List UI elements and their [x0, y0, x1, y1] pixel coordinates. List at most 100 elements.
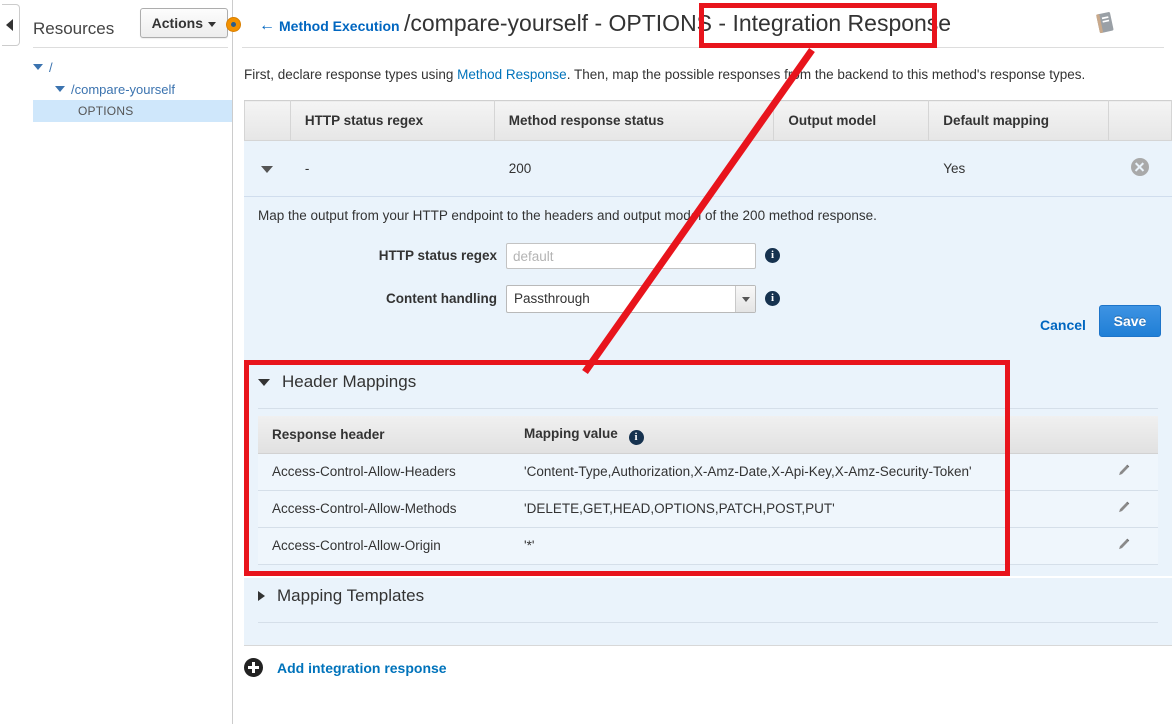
detail-description: Map the output from your HTTP endpoint t… — [258, 208, 877, 223]
column-header-http-status-regex: HTTP status regex — [289, 100, 495, 141]
table-row[interactable]: Access-Control-Allow-Methods 'DELETE,GET… — [258, 490, 1158, 528]
book-icon[interactable] — [1090, 8, 1120, 38]
integration-responses-table: HTTP status regex Method response status… — [244, 100, 1172, 197]
page-header: ← Method Execution /compare-yourself - O… — [234, 0, 1172, 48]
actions-button[interactable]: Actions — [139, 8, 228, 38]
label-content-handling: Content handling — [386, 291, 497, 306]
cancel-button[interactable]: Cancel — [1040, 317, 1086, 333]
cell-spacer — [1020, 527, 1090, 565]
plus-circle-icon[interactable] — [244, 658, 263, 677]
page-title: /compare-yourself - OPTIONS - Integratio… — [404, 10, 952, 36]
sidebar-item-label: OPTIONS — [78, 104, 134, 118]
caret-down-icon[interactable] — [55, 86, 65, 92]
sidebar-collapse-button[interactable] — [2, 4, 20, 46]
caret-down-icon — [261, 166, 274, 174]
sidebar-resize-rail[interactable] — [232, 0, 233, 724]
column-header-response-header: Response header — [258, 416, 510, 454]
info-icon[interactable]: i — [628, 429, 644, 445]
column-header-output-model: Output model — [773, 100, 930, 141]
chevron-down-icon — [208, 21, 216, 27]
delete-circle-icon[interactable] — [1131, 158, 1150, 177]
cell-response-header: Access-Control-Allow-Origin — [258, 527, 510, 565]
column-header-method-response-status: Method response status — [493, 100, 775, 141]
collapse-left-icon — [6, 19, 13, 31]
cell-response-header: Access-Control-Allow-Headers — [258, 453, 510, 491]
cell-method-response-status: 200 — [493, 140, 775, 197]
pencil-icon[interactable] — [1116, 499, 1132, 518]
info-icon[interactable]: i — [765, 248, 780, 263]
add-integration-response-link[interactable]: Add integration response — [277, 660, 447, 676]
sidebar-item-root[interactable]: / — [33, 56, 233, 78]
section-divider — [258, 622, 1158, 623]
column-header-mapping-value: Mapping value i — [510, 416, 1020, 454]
cell-mapping-value: 'DELETE,GET,HEAD,OPTIONS,PATCH,POST,PUT' — [510, 490, 1020, 528]
back-link-label: Method Execution — [279, 18, 400, 34]
column-header-delete — [1108, 100, 1172, 141]
method-execution-back-link[interactable]: ← Method Execution — [259, 17, 400, 35]
table-header-row: HTTP status regex Method response status… — [244, 100, 1172, 141]
cell-edit[interactable] — [1090, 453, 1158, 491]
cell-mapping-value: 'Content-Type,Authorization,X-Amz-Date,X… — [510, 453, 1020, 491]
header-mappings-title: Header Mappings — [282, 372, 417, 391]
cell-mapping-value: '*' — [510, 527, 1020, 565]
cell-output-model — [773, 140, 930, 197]
pencil-icon[interactable] — [1116, 462, 1132, 481]
cell-spacer — [1020, 453, 1090, 491]
column-header-mapping-value-label: Mapping value — [524, 425, 618, 441]
sidebar-header: Resources Actions — [33, 8, 228, 48]
table-row[interactable]: Access-Control-Allow-Origin '*' — [258, 527, 1158, 565]
caret-right-icon — [258, 591, 265, 601]
sidebar-divider — [33, 47, 228, 48]
info-icon[interactable]: i — [765, 291, 780, 306]
header-mappings-toggle[interactable]: Header Mappings — [258, 372, 416, 392]
cell-default-mapping: Yes — [928, 140, 1110, 197]
mapping-templates-title: Mapping Templates — [277, 586, 425, 605]
mapping-templates-toggle[interactable]: Mapping Templates — [258, 586, 424, 606]
cell-spacer — [1020, 490, 1090, 528]
row-expand-toggle[interactable] — [244, 140, 291, 197]
chevron-down-icon[interactable] — [735, 286, 755, 312]
cell-edit[interactable] — [1090, 527, 1158, 565]
sidebar-item-compare-yourself[interactable]: /compare-yourself — [33, 78, 233, 100]
sidebar-item-options[interactable]: OPTIONS — [33, 100, 233, 122]
intro-after: . Then, map the possible responses from … — [566, 67, 1086, 82]
cell-edit[interactable] — [1090, 490, 1158, 528]
method-response-link[interactable]: Method Response — [457, 67, 567, 82]
pencil-icon[interactable] — [1116, 536, 1132, 555]
resources-title: Resources — [33, 19, 115, 38]
save-button[interactable]: Save — [1099, 305, 1161, 337]
resources-sidebar: Resources Actions / /compare-yourself OP… — [0, 0, 233, 724]
caret-down-icon — [258, 378, 270, 386]
arrow-left-icon: ← — [259, 17, 275, 34]
sidebar-item-label: /compare-yourself — [71, 81, 176, 97]
section-divider — [258, 408, 1158, 409]
label-http-status-regex: HTTP status regex — [378, 248, 497, 263]
header-mappings-section: Header Mappings Response header Mapping … — [244, 364, 1172, 576]
column-header-expand — [244, 100, 291, 141]
content-handling-value: Passthrough — [514, 291, 590, 306]
header-mappings-table: Response header Mapping value i Access-C… — [258, 416, 1158, 565]
app-root: Resources Actions / /compare-yourself OP… — [0, 0, 1172, 724]
column-header-spacer — [1020, 416, 1090, 454]
add-integration-response-row[interactable]: Add integration response — [244, 658, 447, 677]
column-header-edit — [1090, 416, 1158, 454]
mapping-templates-section: Mapping Templates — [244, 578, 1172, 646]
actions-button-label: Actions — [151, 15, 203, 31]
sidebar-item-label: / — [49, 59, 53, 75]
cell-http-status-regex: - — [289, 140, 495, 197]
table-header-row: Response header Mapping value i — [258, 416, 1158, 454]
column-header-default-mapping: Default mapping — [928, 100, 1110, 141]
sidebar-resize-handle[interactable] — [226, 17, 241, 32]
resource-tree: / /compare-yourself OPTIONS — [33, 56, 233, 122]
integration-response-detail-panel: Map the output from your HTTP endpoint t… — [244, 196, 1172, 366]
content-handling-select[interactable]: Passthrough — [506, 285, 756, 313]
cell-response-header: Access-Control-Allow-Methods — [258, 490, 510, 528]
http-status-regex-input[interactable] — [506, 243, 756, 269]
table-row[interactable]: Access-Control-Allow-Headers 'Content-Ty… — [258, 453, 1158, 491]
cell-delete[interactable] — [1108, 140, 1172, 197]
main-content: ← Method Execution /compare-yourself - O… — [234, 0, 1172, 724]
table-row[interactable]: - 200 Yes — [244, 140, 1172, 197]
header-divider — [242, 47, 1164, 48]
intro-text: First, declare response types using Meth… — [244, 67, 1085, 82]
caret-down-icon[interactable] — [33, 64, 43, 70]
